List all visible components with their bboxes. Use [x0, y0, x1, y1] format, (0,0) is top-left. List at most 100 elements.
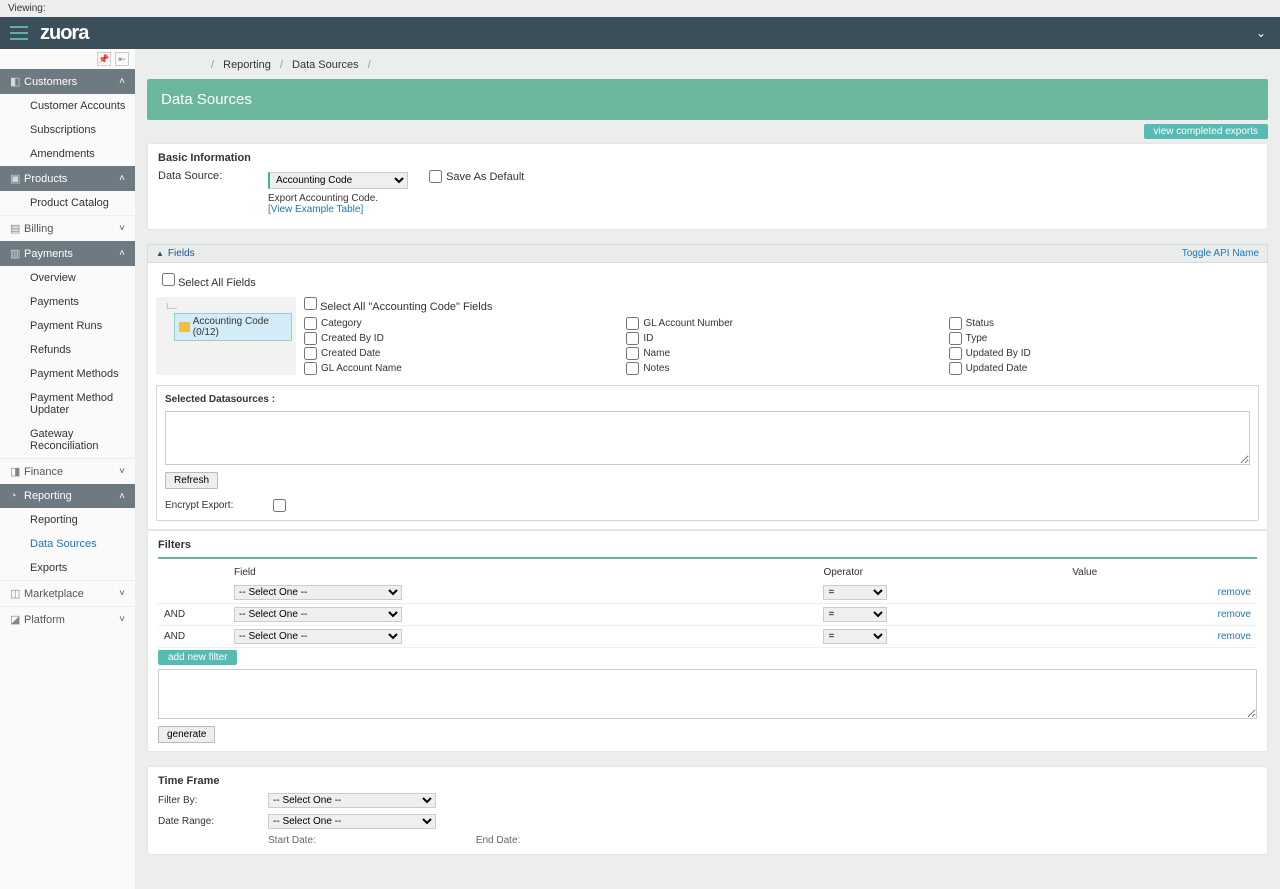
- data-source-label: Data Source:: [158, 170, 268, 182]
- filter-remove-2[interactable]: remove: [1218, 609, 1251, 620]
- sidebar-item-refunds[interactable]: Refunds: [0, 338, 135, 362]
- start-date-label: Start Date:: [268, 835, 316, 846]
- breadcrumb-data-sources[interactable]: Data Sources: [292, 59, 359, 71]
- field-checkbox[interactable]: [949, 347, 962, 360]
- field-label: Notes: [643, 363, 669, 374]
- sidebar-products[interactable]: ▣Products˄: [0, 166, 135, 191]
- filter-field-select-3[interactable]: -- Select One --: [234, 629, 402, 644]
- field-checkbox[interactable]: [626, 362, 639, 375]
- field-item[interactable]: Created Date: [304, 347, 606, 360]
- filter-op-select-1[interactable]: =: [823, 585, 887, 600]
- field-item[interactable]: GL Account Name: [304, 362, 606, 375]
- field-label: GL Account Name: [321, 363, 402, 374]
- filter-by-label: Filter By:: [158, 795, 268, 806]
- field-checkbox[interactable]: [626, 332, 639, 345]
- sidebar-item-exports[interactable]: Exports: [0, 556, 135, 580]
- filters-panel: Filters Field Operator Value -- Select O…: [147, 530, 1268, 752]
- sidebar-item-product-catalog[interactable]: Product Catalog: [0, 191, 135, 215]
- datasource-tree: └─ Accounting Code (0/12): [156, 297, 296, 375]
- select-all-fields-checkbox[interactable]: [162, 273, 175, 286]
- sidebar-platform[interactable]: ◪Platform˅: [0, 606, 135, 632]
- refresh-button[interactable]: Refresh: [165, 472, 218, 489]
- filter-expression-textarea[interactable]: [158, 669, 1257, 719]
- view-example-table-link[interactable]: [View Example Table]: [268, 204, 363, 215]
- sidebar-item-reporting[interactable]: Reporting: [0, 508, 135, 532]
- pin-icon[interactable]: 📌: [97, 52, 111, 66]
- field-checkbox[interactable]: [626, 347, 639, 360]
- sidebar-item-payment-runs[interactable]: Payment Runs: [0, 314, 135, 338]
- sidebar-marketplace[interactable]: ◫Marketplace˅: [0, 580, 135, 606]
- view-completed-exports-button[interactable]: view completed exports: [1144, 124, 1269, 139]
- field-item[interactable]: Updated By ID: [949, 347, 1251, 360]
- date-range-select[interactable]: -- Select One --: [268, 814, 436, 829]
- save-as-default-label: Save As Default: [446, 171, 524, 183]
- selected-datasources-textarea[interactable]: [165, 411, 1250, 465]
- filter-remove-1[interactable]: remove: [1218, 587, 1251, 598]
- field-label: Status: [966, 318, 994, 329]
- field-checkbox[interactable]: [949, 362, 962, 375]
- sidebar-item-payments[interactable]: Payments: [0, 290, 135, 314]
- generate-button[interactable]: generate: [158, 726, 215, 743]
- filter-remove-3[interactable]: remove: [1218, 631, 1251, 642]
- sidebar-item-gateway-reconciliation[interactable]: Gateway Reconciliation: [0, 422, 135, 458]
- field-checkbox[interactable]: [949, 317, 962, 330]
- field-label: Updated Date: [966, 363, 1028, 374]
- collapse-icon[interactable]: ⇤: [115, 52, 129, 66]
- field-checkbox[interactable]: [304, 362, 317, 375]
- breadcrumb-reporting[interactable]: Reporting: [223, 59, 271, 71]
- top-nav: zuora ⌄: [0, 17, 1280, 49]
- sidebar-finance[interactable]: ◨Finance˅: [0, 458, 135, 484]
- basic-info-title: Basic Information: [158, 152, 1257, 164]
- fields-header-bar[interactable]: ▲Fields Toggle API Name: [147, 244, 1268, 263]
- chevron-down-icon[interactable]: ⌄: [1256, 26, 1266, 40]
- field-item[interactable]: Type: [949, 332, 1251, 345]
- field-item[interactable]: Category: [304, 317, 606, 330]
- sidebar-item-customer-accounts[interactable]: Customer Accounts: [0, 94, 135, 118]
- sidebar-customers[interactable]: ◧Customers˄: [0, 69, 135, 94]
- field-item[interactable]: GL Account Number: [626, 317, 928, 330]
- filter-op-select-2[interactable]: =: [823, 607, 887, 622]
- sidebar-item-payment-methods[interactable]: Payment Methods: [0, 362, 135, 386]
- save-as-default-checkbox[interactable]: [429, 170, 442, 183]
- field-checkbox[interactable]: [304, 332, 317, 345]
- tree-node-accounting-code[interactable]: Accounting Code (0/12): [174, 313, 292, 341]
- filter-op-select-3[interactable]: =: [823, 629, 887, 644]
- field-item[interactable]: Notes: [626, 362, 928, 375]
- sidebar-item-overview[interactable]: Overview: [0, 266, 135, 290]
- add-new-filter-button[interactable]: add new filter: [158, 650, 237, 665]
- viewing-bar: Viewing:: [0, 0, 1280, 17]
- filter-field-select-2[interactable]: -- Select One --: [234, 607, 402, 622]
- field-label: Category: [321, 318, 362, 329]
- field-item[interactable]: Status: [949, 317, 1251, 330]
- breadcrumb: / Reporting / Data Sources /: [147, 49, 1268, 79]
- toggle-api-name-link[interactable]: Toggle API Name: [1182, 248, 1259, 259]
- sidebar: 📌 ⇤ ◧Customers˄ Customer Accounts Subscr…: [0, 49, 135, 889]
- field-label: Updated By ID: [966, 348, 1031, 359]
- encrypt-export-checkbox[interactable]: [273, 499, 286, 512]
- sidebar-reporting[interactable]: ◔Reporting˄: [0, 484, 135, 508]
- sidebar-item-subscriptions[interactable]: Subscriptions: [0, 118, 135, 142]
- menu-icon[interactable]: [10, 26, 28, 40]
- sidebar-item-data-sources[interactable]: Data Sources: [0, 532, 135, 556]
- field-item[interactable]: Name: [626, 347, 928, 360]
- field-label: GL Account Number: [643, 318, 733, 329]
- fields-panel: Select All Fields └─ Accounting Code (0/…: [147, 263, 1268, 530]
- field-item[interactable]: ID: [626, 332, 928, 345]
- filters-col-field: Field: [228, 563, 817, 582]
- field-item[interactable]: Created By ID: [304, 332, 606, 345]
- sidebar-payments[interactable]: ▥Payments˄: [0, 241, 135, 266]
- field-item[interactable]: Updated Date: [949, 362, 1251, 375]
- field-checkbox[interactable]: [949, 332, 962, 345]
- filter-by-select[interactable]: -- Select One --: [268, 793, 436, 808]
- sidebar-item-payment-method-updater[interactable]: Payment Method Updater: [0, 386, 135, 422]
- sidebar-item-amendments[interactable]: Amendments: [0, 142, 135, 166]
- field-checkbox[interactable]: [304, 347, 317, 360]
- sidebar-billing[interactable]: ▤Billing˅: [0, 215, 135, 241]
- data-source-select[interactable]: Accounting Code: [268, 172, 408, 189]
- filter-field-select-1[interactable]: -- Select One --: [234, 585, 402, 600]
- field-checkbox[interactable]: [626, 317, 639, 330]
- folder-icon: [179, 322, 190, 332]
- field-checkbox[interactable]: [304, 317, 317, 330]
- select-all-ac-fields-checkbox[interactable]: [304, 297, 317, 310]
- encrypt-export-label: Encrypt Export:: [165, 500, 233, 511]
